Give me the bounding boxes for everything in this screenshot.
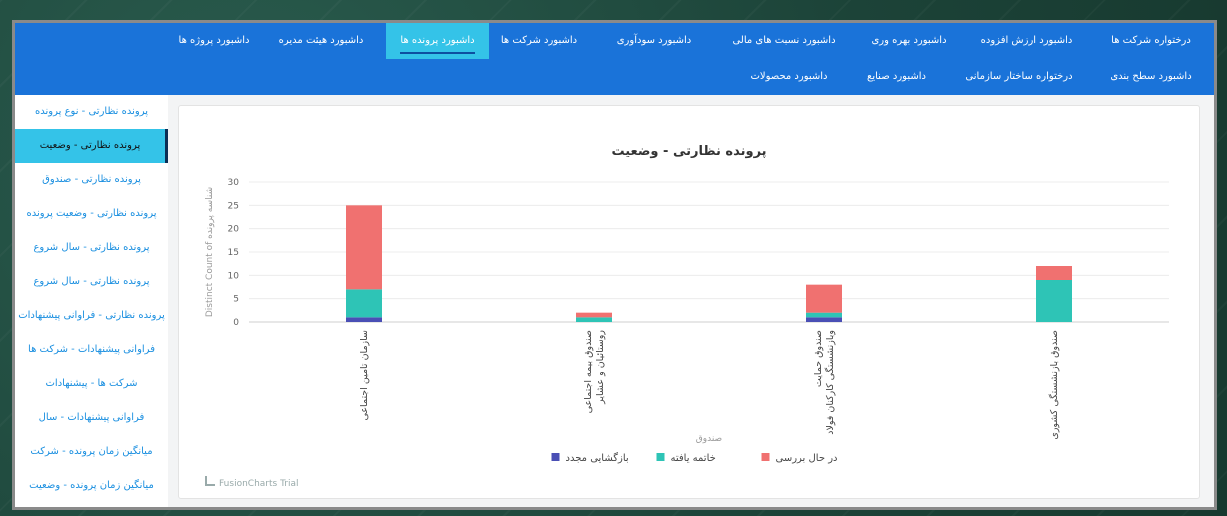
brand-icon (205, 476, 215, 486)
bar-segment (1036, 266, 1072, 280)
y-tick-label: 5 (233, 295, 239, 305)
brand-label: FusionCharts Trial (219, 479, 299, 489)
sidebar-item-avg-time-company[interactable]: میانگین زمان پرونده - شرکت (15, 435, 168, 469)
legend-swatch (551, 453, 560, 461)
sidebar-item-case-start-year-2[interactable]: پرونده نظارتی - سال شروع (15, 265, 168, 299)
bar-segment (806, 312, 842, 318)
nav-item-companies[interactable]: داشبورد شرکت ها (489, 23, 589, 59)
nav-item-cases[interactable]: داشبورد پرونده ها (386, 23, 489, 59)
bar-segment (806, 317, 842, 322)
x-tick-label: سازمان تامین اجتماعی (359, 330, 370, 421)
bar-segment (806, 284, 842, 313)
app-window: درختواره شرکت ها داشبورد ارزش افزوده داش… (12, 20, 1217, 510)
legend-label: در حال بررسی (776, 453, 838, 464)
bar-segment (346, 289, 382, 318)
x-tick-label-line: سازمان تامین اجتماعی (359, 330, 370, 421)
y-tick-label: 30 (228, 178, 240, 188)
x-axis-label: صندوق (696, 434, 722, 444)
x-tick-label-line: صندوق بازنشستگی کشوری (1048, 330, 1060, 440)
nav-item-org-structure[interactable]: درختواره ساختار سازمانی (954, 59, 1084, 95)
legend-label: خاتمه یافته (671, 453, 716, 464)
x-tick-label: صندوق حمایت وبازنشستگی کارکنان فولاد (813, 330, 836, 435)
bar-segment (346, 205, 382, 290)
nav-item-levels[interactable]: داشبورد سطح بندی (1096, 59, 1206, 95)
x-tick-label: صندوق بیمه اجتماعی روستائیان و عشایر (583, 330, 606, 414)
sidebar-item-companies-suggestions[interactable]: شرکت ها - پیشنهادات (15, 367, 168, 401)
y-tick-label: 0 (233, 318, 239, 328)
y-tick-label: 25 (228, 201, 239, 211)
x-tick-label-line: روستائیان و عشایر (595, 330, 606, 405)
bar-segment (346, 317, 382, 322)
legend-label: بازگشایی مجدد (566, 452, 629, 464)
top-navigation: درختواره شرکت ها داشبورد ارزش افزوده داش… (15, 23, 1214, 95)
x-tick-label-line: وبازنشستگی کارکنان فولاد (824, 330, 836, 435)
sidebar-item-suggestion-year[interactable]: فراوانی پیشنهادات - سال (15, 401, 168, 435)
x-tick-label: صندوق بازنشستگی کشوری (1048, 330, 1060, 440)
sidebar-item-case-start-year[interactable]: پرونده نظارتی - سال شروع (15, 231, 168, 265)
bar-segment (576, 317, 612, 322)
y-tick-label: 20 (228, 225, 240, 235)
bar-segment (576, 312, 612, 318)
brand-watermark: FusionCharts Trial (205, 476, 298, 489)
nav-item-products[interactable]: داشبورد محصولات (739, 59, 839, 95)
y-tick-label: 15 (228, 248, 239, 258)
nav-item-productivity[interactable]: داشبورد بهره وری (859, 23, 959, 59)
bar-segment (1036, 280, 1072, 322)
legend-swatch (656, 453, 665, 461)
sidebar-item-case-status[interactable]: پرونده نظارتی - وضعیت (15, 129, 168, 163)
legend-swatch (761, 453, 770, 461)
nav-item-profitability[interactable]: داشبورد سودآوری (599, 23, 709, 59)
content-area: پرونده نظارتی - وضعیت 0 5 10 15 20 25 30 Distin… (168, 95, 1214, 507)
nav-item-industries[interactable]: داشبورد صنایع (849, 59, 944, 95)
sidebar-item-case-file-status[interactable]: پرونده نظارتی - وضعیت پرونده (15, 197, 168, 231)
chart-card: پرونده نظارتی - وضعیت 0 5 10 15 20 25 30 Distin… (178, 105, 1200, 499)
nav-item-org-tree[interactable]: درختواره شرکت ها (1096, 23, 1206, 59)
nav-item-financial-ratios[interactable]: داشبورد نسبت های مالی (719, 23, 849, 59)
sidebar-item-avg-time-status[interactable]: میانگین زمان پرونده - وضعیت (15, 469, 168, 503)
nav-row-1: درختواره شرکت ها داشبورد ارزش افزوده داش… (15, 23, 1214, 59)
sidebar-item-case-fund[interactable]: پرونده نظارتی - صندوق (15, 163, 168, 197)
nav-item-projects[interactable]: داشبورد پروژه ها (169, 23, 259, 59)
sidebar-item-suggestion-companies[interactable]: فراوانی پیشنهادات - شرکت ها (15, 333, 168, 367)
x-tick-label-line: صندوق حمایت (813, 330, 824, 387)
nav-item-board[interactable]: داشبورد هیئت مدیره (266, 23, 376, 59)
sidebar-item-case-type[interactable]: پرونده نظارتی - نوع پرونده (15, 95, 168, 129)
y-tick-label: 10 (228, 271, 240, 281)
sidebar: پرونده نظارتی - نوع پرونده پرونده نظارتی… (15, 95, 168, 507)
nav-item-value-added[interactable]: داشبورد ارزش افزوده (969, 23, 1084, 59)
nav-row-2: داشبورد سطح بندی درختواره ساختار سازمانی… (15, 59, 1214, 95)
y-axis-label: Distinct Count of شناسه پرونده (205, 187, 215, 317)
stacked-bar-chart: 0 5 10 15 20 25 30 Distinct Count of شناسه پرون… (205, 178, 1169, 464)
x-tick-label-line: صندوق بیمه اجتماعی (583, 330, 594, 413)
sidebar-item-case-suggestion-freq[interactable]: پرونده نظارتی - فراوانی پیشنهادات (15, 299, 168, 333)
